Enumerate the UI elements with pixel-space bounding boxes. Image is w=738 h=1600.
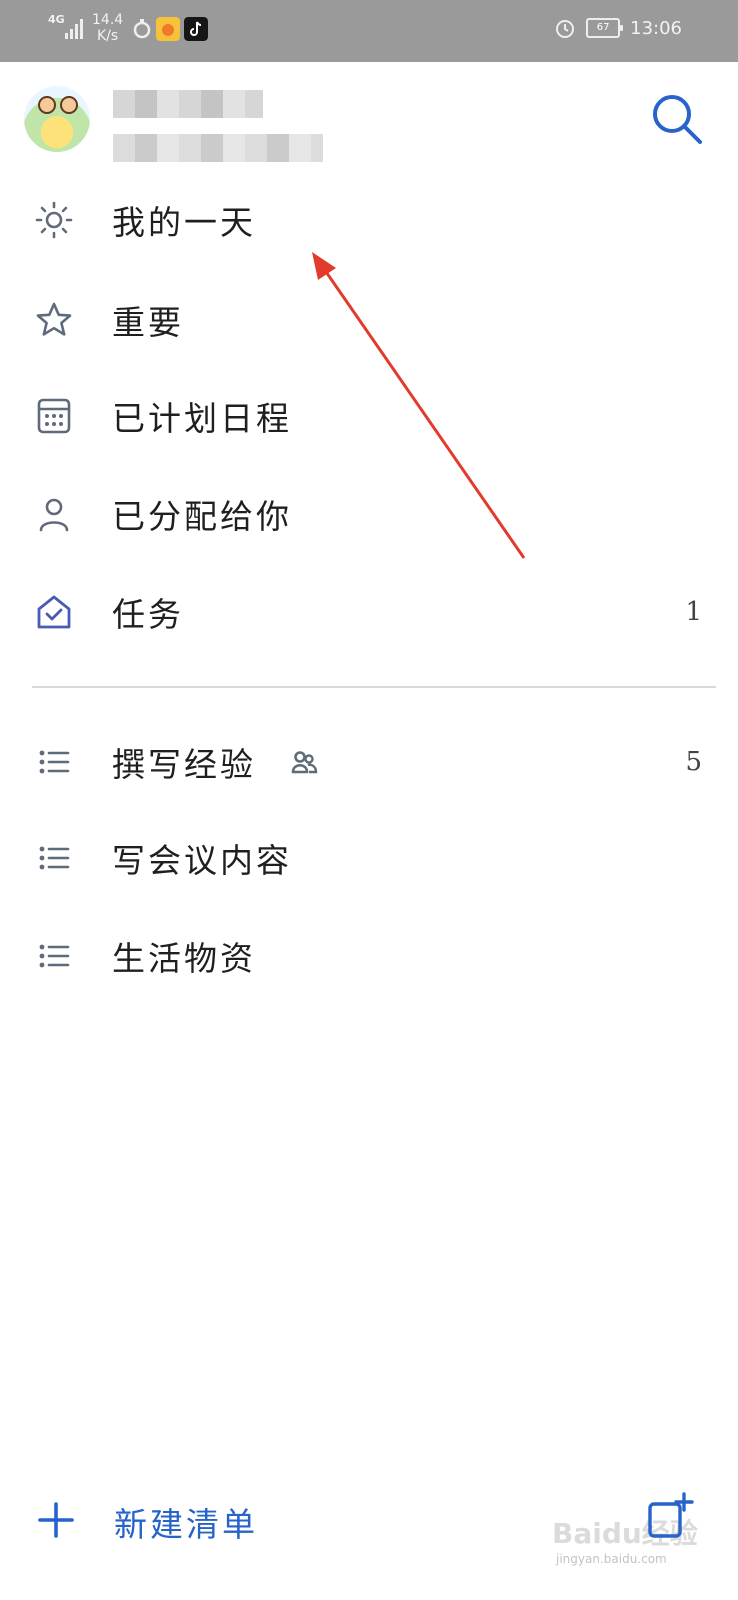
- list-item-supplies[interactable]: 生活物资: [0, 908, 738, 1004]
- task-count: 1: [685, 597, 702, 627]
- list-item-writing-experience[interactable]: 撰写经验 5: [0, 714, 738, 810]
- avatar-figure: [60, 96, 78, 114]
- calendar-icon: [37, 398, 71, 434]
- account-name: [113, 90, 263, 118]
- status-right: 67 13:06: [554, 17, 682, 39]
- star-icon: [36, 302, 72, 336]
- account-email: [113, 134, 323, 162]
- network-speed: 14.4 K/s: [92, 12, 124, 44]
- list-item-label: 撰写经验: [112, 745, 256, 784]
- avatar[interactable]: [24, 86, 90, 152]
- list-item-label: 写会议内容: [112, 841, 292, 880]
- menu-item-important[interactable]: 重要: [0, 272, 738, 368]
- menu-item-my-day[interactable]: 我的一天: [0, 172, 738, 268]
- battery-indicator: 67: [586, 18, 624, 38]
- menu-item-tasks[interactable]: 任务 1: [0, 564, 738, 660]
- list-count: 5: [685, 747, 702, 777]
- menu-item-assigned[interactable]: 已分配给你: [0, 466, 738, 562]
- list-item-label: 生活物资: [112, 939, 256, 978]
- alarm-icon: [556, 20, 575, 38]
- new-list-button[interactable]: 新建清单: [0, 1480, 560, 1570]
- list-item-meeting-notes[interactable]: 写会议内容: [0, 810, 738, 906]
- status-bar: 4G 14.4 K/s 67 13:06: [0, 0, 738, 62]
- home-check-icon: [37, 595, 71, 629]
- shared-people-icon: [291, 751, 318, 774]
- pet-app-icon: [133, 19, 151, 39]
- search-icon[interactable]: [648, 90, 704, 146]
- sun-icon: [35, 201, 73, 239]
- signal-icon: [65, 19, 83, 39]
- network-type: 4G: [48, 13, 65, 26]
- watermark-url: jingyan.baidu.com: [556, 1552, 667, 1566]
- divider: [32, 686, 716, 688]
- menu-item-label: 已计划日程: [112, 399, 292, 438]
- clock: 13:06: [630, 17, 682, 39]
- person-icon: [39, 498, 69, 532]
- app-notification-icon: [156, 17, 180, 41]
- list-icon: [39, 944, 70, 968]
- menu-item-label: 重要: [112, 303, 184, 342]
- menu-item-label: 已分配给你: [112, 497, 292, 536]
- plus-icon: [38, 1502, 74, 1538]
- menu-item-planned[interactable]: 已计划日程: [0, 368, 738, 464]
- new-group-icon[interactable]: [646, 1492, 694, 1540]
- menu-item-label: 任务: [112, 595, 184, 634]
- tiktok-icon: [184, 17, 208, 41]
- new-list-label: 新建清单: [114, 1505, 258, 1544]
- list-icon: [39, 846, 70, 870]
- list-icon: [39, 750, 70, 774]
- avatar-figure: [38, 96, 56, 114]
- menu-item-label: 我的一天: [112, 203, 256, 242]
